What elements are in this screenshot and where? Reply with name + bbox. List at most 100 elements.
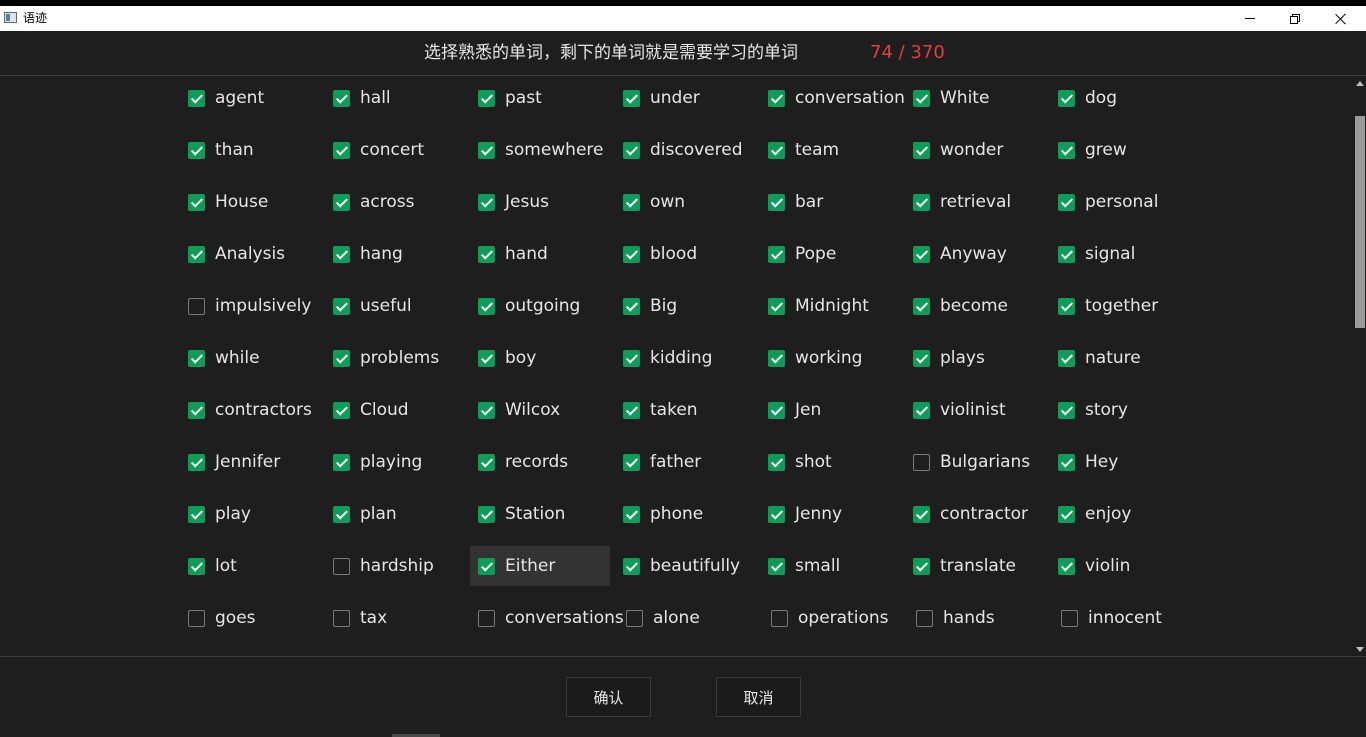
word-checkbox-item[interactable]: boy	[470, 338, 536, 378]
word-checkbox-item[interactable]: Jennifer	[180, 442, 280, 482]
word-checkbox-item[interactable]: beautifully	[615, 546, 740, 586]
checkbox-checked[interactable]	[913, 349, 930, 367]
checkbox-checked[interactable]	[188, 505, 205, 523]
checkbox-checked[interactable]	[333, 245, 350, 263]
word-checkbox-item[interactable]: dog	[1050, 78, 1117, 118]
checkbox-unchecked[interactable]	[478, 609, 495, 627]
checkbox-checked[interactable]	[913, 401, 930, 419]
word-checkbox-item[interactable]: nature	[1050, 338, 1141, 378]
checkbox-checked[interactable]	[768, 89, 785, 107]
checkbox-unchecked[interactable]	[916, 609, 933, 627]
checkbox-checked[interactable]	[478, 453, 495, 471]
checkbox-checked[interactable]	[913, 141, 930, 159]
word-checkbox-item[interactable]: concert	[325, 130, 424, 170]
word-checkbox-item[interactable]: somewhere	[470, 130, 604, 170]
checkbox-checked[interactable]	[478, 297, 495, 315]
checkbox-checked[interactable]	[1058, 89, 1075, 107]
word-checkbox-item[interactable]: violinist	[905, 390, 1006, 430]
checkbox-checked[interactable]	[1058, 141, 1075, 159]
word-checkbox-item[interactable]: Pope	[760, 234, 836, 274]
checkbox-unchecked[interactable]	[188, 609, 205, 627]
checkbox-checked[interactable]	[913, 245, 930, 263]
word-checkbox-item[interactable]: Jen	[760, 390, 821, 430]
checkbox-checked[interactable]	[333, 297, 350, 315]
checkbox-checked[interactable]	[188, 349, 205, 367]
word-checkbox-item[interactable]: Anyway	[905, 234, 1007, 274]
checkbox-checked[interactable]	[768, 557, 785, 575]
word-checkbox-item[interactable]: problems	[325, 338, 439, 378]
word-checkbox-item[interactable]: retrieval	[905, 182, 1011, 222]
checkbox-checked[interactable]	[1058, 453, 1075, 471]
close-button[interactable]	[1318, 6, 1364, 31]
checkbox-unchecked[interactable]	[771, 609, 788, 627]
word-checkbox-item[interactable]: together	[1050, 286, 1158, 326]
checkbox-checked[interactable]	[1058, 245, 1075, 263]
checkbox-checked[interactable]	[333, 505, 350, 523]
checkbox-checked[interactable]	[188, 453, 205, 471]
word-checkbox-item[interactable]: past	[470, 78, 542, 118]
word-checkbox-item[interactable]: shot	[760, 442, 832, 482]
checkbox-checked[interactable]	[623, 297, 640, 315]
word-checkbox-item[interactable]: records	[470, 442, 568, 482]
checkbox-checked[interactable]	[333, 89, 350, 107]
minimize-button[interactable]	[1227, 6, 1273, 31]
checkbox-checked[interactable]	[478, 193, 495, 211]
checkbox-checked[interactable]	[623, 89, 640, 107]
checkbox-checked[interactable]	[913, 505, 930, 523]
checkbox-unchecked[interactable]	[333, 557, 350, 575]
word-checkbox-item[interactable]: plan	[325, 494, 397, 534]
word-checkbox-item[interactable]: taken	[615, 390, 698, 430]
checkbox-checked[interactable]	[1058, 557, 1075, 575]
checkbox-checked[interactable]	[1058, 349, 1075, 367]
word-checkbox-item[interactable]: plays	[905, 338, 985, 378]
word-checkbox-item[interactable]: grew	[1050, 130, 1127, 170]
checkbox-checked[interactable]	[333, 401, 350, 419]
word-checkbox-item[interactable]: than	[180, 130, 254, 170]
word-checkbox-item[interactable]: discovered	[615, 130, 743, 170]
word-checkbox-item[interactable]: Midnight	[760, 286, 869, 326]
word-checkbox-item[interactable]: across	[325, 182, 415, 222]
word-checkbox-item[interactable]: signal	[1050, 234, 1135, 274]
checkbox-checked[interactable]	[1058, 505, 1075, 523]
word-checkbox-item[interactable]: contractor	[905, 494, 1028, 534]
word-checkbox-item[interactable]: Jenny	[760, 494, 842, 534]
checkbox-checked[interactable]	[913, 89, 930, 107]
checkbox-checked[interactable]	[768, 245, 785, 263]
word-checkbox-item[interactable]: bar	[760, 182, 823, 222]
word-checkbox-item[interactable]: Jesus	[470, 182, 549, 222]
word-checkbox-item[interactable]: conversation	[760, 78, 905, 118]
checkbox-unchecked[interactable]	[1061, 609, 1078, 627]
word-checkbox-item[interactable]: become	[905, 286, 1008, 326]
checkbox-checked[interactable]	[768, 401, 785, 419]
scrollbar-thumb[interactable]	[1355, 116, 1365, 328]
word-checkbox-item[interactable]: Wilcox	[470, 390, 560, 430]
word-checkbox-item[interactable]: small	[760, 546, 840, 586]
word-checkbox-item[interactable]: goes	[180, 598, 256, 638]
checkbox-checked[interactable]	[478, 505, 495, 523]
checkbox-checked[interactable]	[188, 141, 205, 159]
checkbox-checked[interactable]	[623, 193, 640, 211]
checkbox-checked[interactable]	[768, 141, 785, 159]
checkbox-checked[interactable]	[623, 141, 640, 159]
checkbox-checked[interactable]	[333, 141, 350, 159]
checkbox-checked[interactable]	[913, 193, 930, 211]
word-checkbox-item[interactable]: working	[760, 338, 862, 378]
checkbox-unchecked[interactable]	[188, 297, 205, 315]
checkbox-checked[interactable]	[1058, 193, 1075, 211]
checkbox-checked[interactable]	[478, 401, 495, 419]
word-checkbox-item[interactable]: Hey	[1050, 442, 1118, 482]
word-checkbox-item[interactable]: outgoing	[470, 286, 580, 326]
checkbox-checked[interactable]	[768, 453, 785, 471]
word-checkbox-item[interactable]: phone	[615, 494, 703, 534]
word-list[interactable]: agent hall past under conversation White dog th…	[0, 76, 1354, 656]
word-checkbox-item[interactable]: under	[615, 78, 700, 118]
checkbox-checked[interactable]	[913, 557, 930, 575]
word-checkbox-item[interactable]: useful	[325, 286, 412, 326]
word-checkbox-item[interactable]: hardship	[325, 546, 434, 586]
restore-button[interactable]	[1272, 6, 1318, 31]
word-checkbox-item[interactable]: while	[180, 338, 260, 378]
checkbox-checked[interactable]	[1058, 401, 1075, 419]
word-checkbox-item[interactable]: own	[615, 182, 685, 222]
word-checkbox-item[interactable]: blood	[615, 234, 697, 274]
word-checkbox-item[interactable]: translate	[905, 546, 1016, 586]
